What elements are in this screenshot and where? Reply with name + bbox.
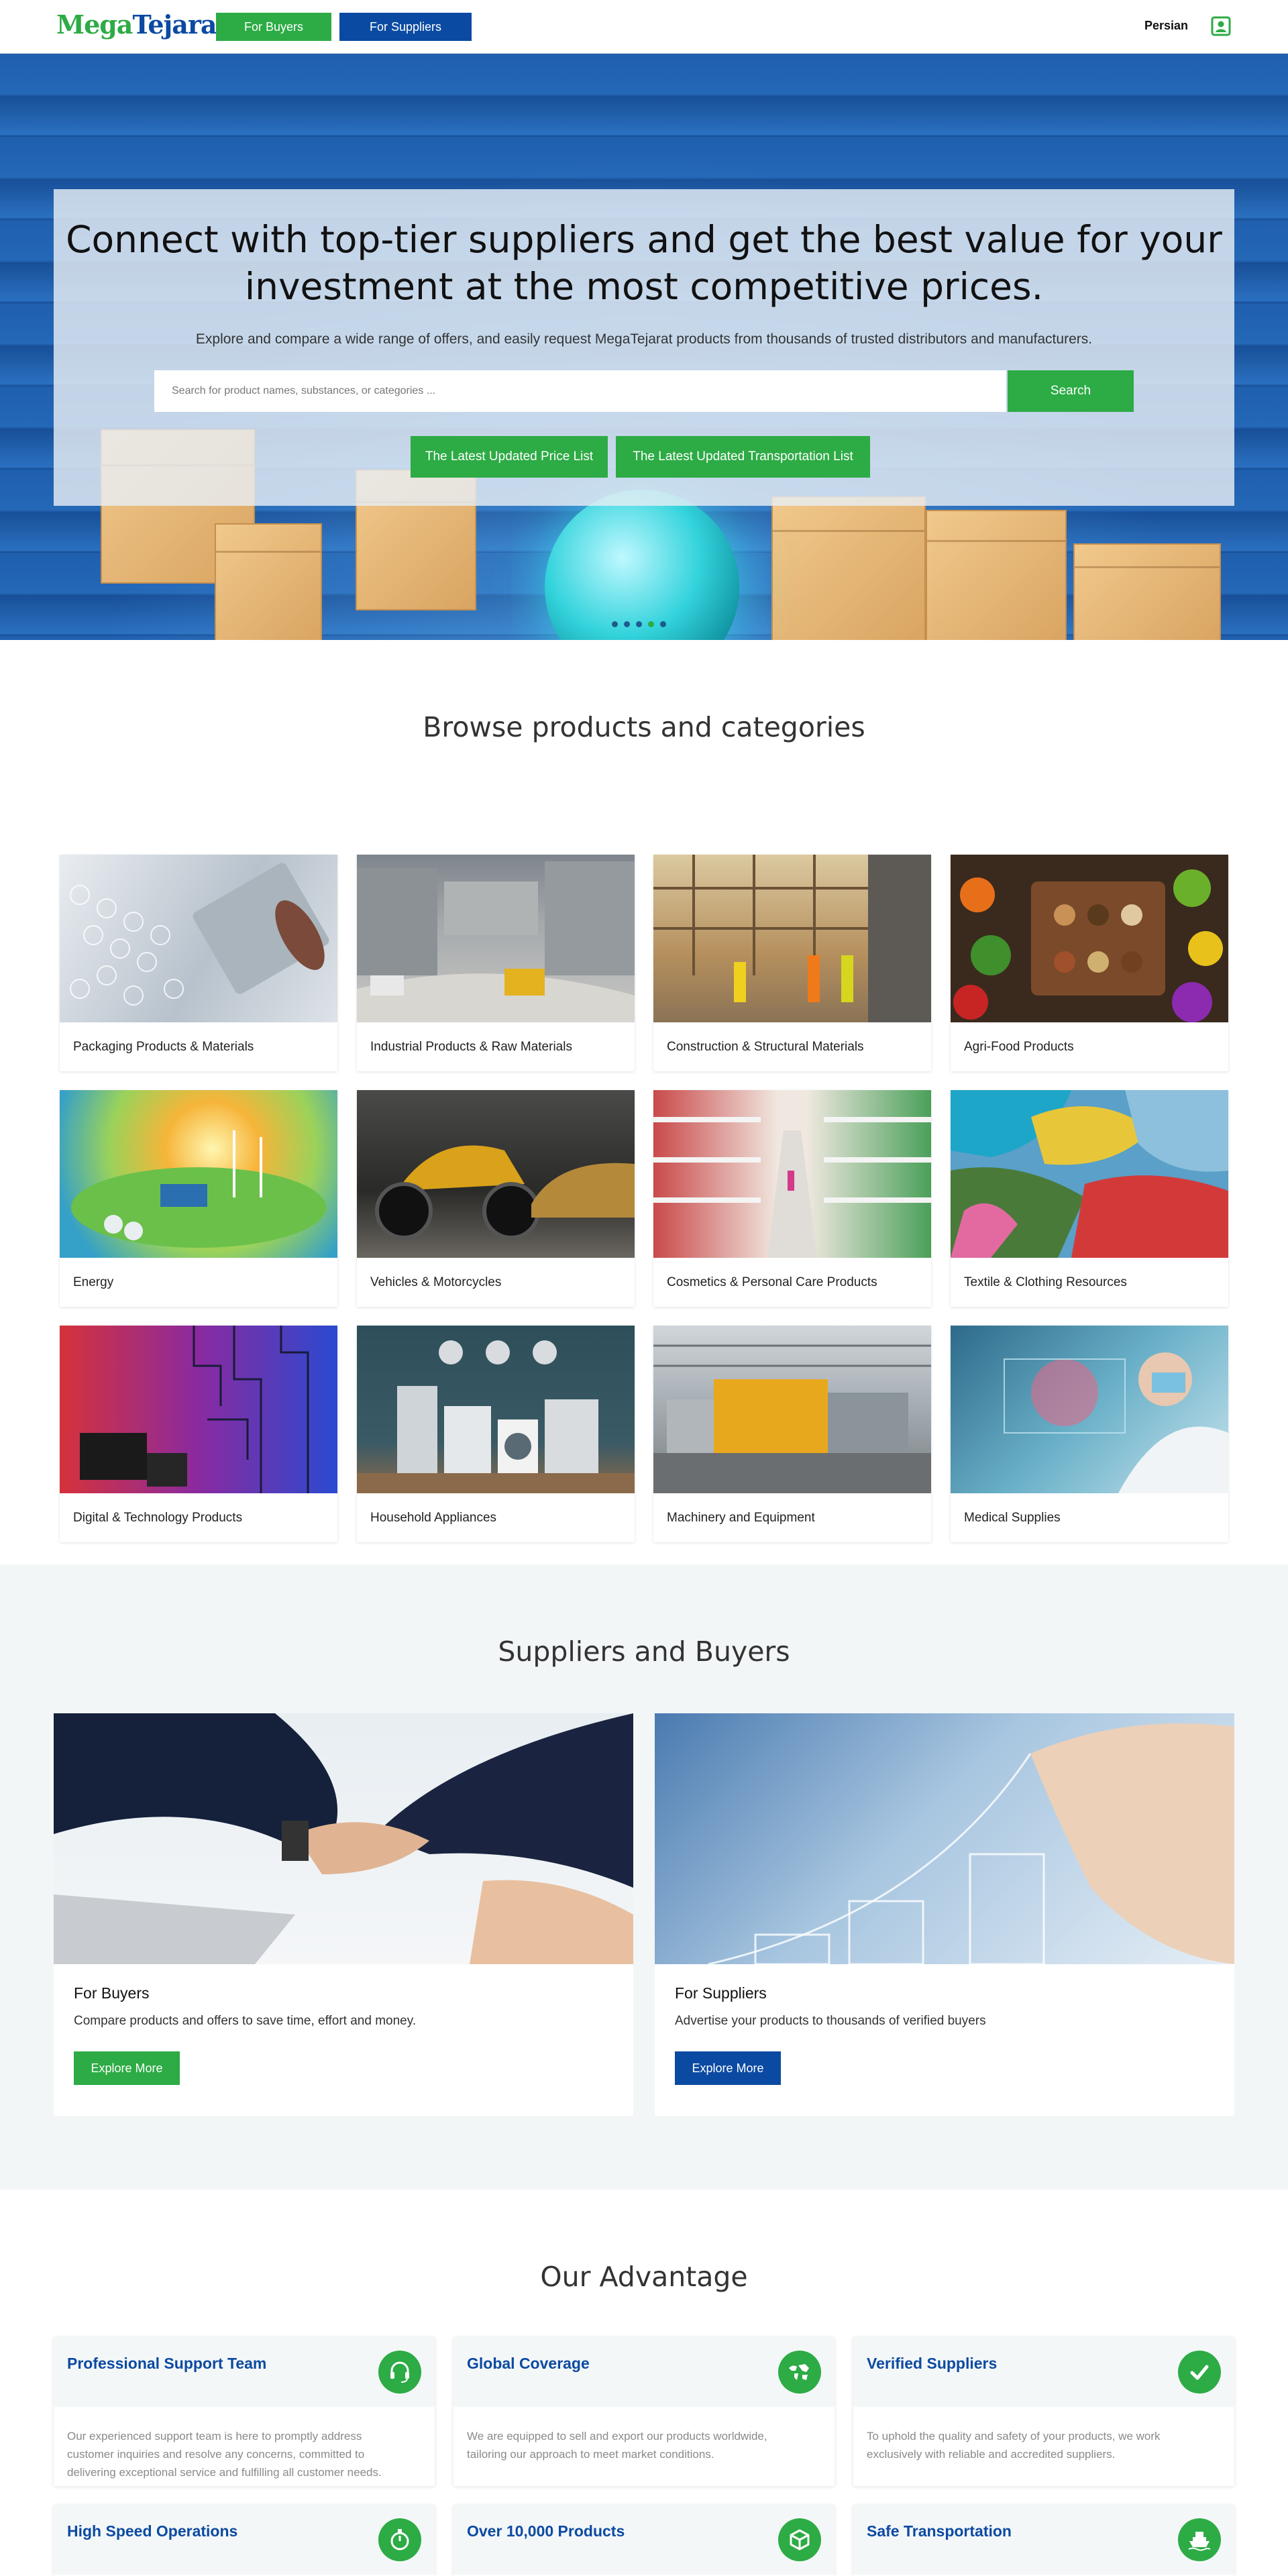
category-label: Packaging Products & Materials [73,1040,254,1054]
category-card-packaging[interactable]: Packaging Products & Materials [60,855,337,1071]
category-label: Textile & Clothing Resources [964,1275,1127,1289]
buyers-explore-more-button[interactable]: Explore More [74,2051,180,2085]
category-card-agrifood[interactable]: Agri-Food Products [951,855,1228,1071]
suppliers-buyers-section: Suppliers and Buyers For Buyers Compare … [0,1564,1288,2190]
carousel-dot[interactable] [636,621,642,627]
suppliers-buyers-title: Suppliers and Buyers [498,1635,790,1668]
category-label: Household Appliances [370,1511,497,1525]
category-label: Construction & Structural Materials [667,1040,864,1054]
category-label: Cosmetics & Personal Care Products [667,1275,877,1289]
category-label: Industrial Products & Raw Materials [370,1040,572,1054]
site-logo[interactable]: MegaTejarat [56,9,228,40]
site-header: MegaTejarat For Buyers For Suppliers Per… [0,0,1288,54]
cosmetics-image [653,1090,931,1258]
packaging-image [60,855,337,1022]
construction-image [653,855,931,1022]
category-card-industrial[interactable]: Industrial Products & Raw Materials [357,855,635,1071]
logo-text-mega: Mega [56,9,133,40]
for-suppliers-title: For Suppliers [675,1984,767,2002]
advantage-title: Our Advantage [540,2261,748,2293]
category-label: Machinery and Equipment [667,1511,815,1525]
cardboard-box-image [926,510,1067,640]
cube-icon [778,2518,821,2561]
for-buyers-title: For Buyers [74,1984,150,2002]
category-card-medical[interactable]: Medical Supplies [951,1326,1228,1542]
advantage-card-global: Global Coverage We are equipped to sell … [453,2337,835,2486]
world-map-icon [778,2351,821,2394]
hero-panel: Connect with top-tier suppliers and get … [54,189,1234,506]
advantage-title-verified: Verified Suppliers [867,2355,998,2372]
headset-icon [378,2351,421,2394]
energy-image [60,1090,337,1258]
category-label: Digital & Technology Products [73,1511,243,1525]
logo-text-tejarat: Tejarat [132,9,228,40]
advantage-title-transport: Safe Transportation [867,2522,1012,2540]
hero-title: Connect with top-tier suppliers and get … [66,218,1222,308]
category-card-energy[interactable]: Energy [60,1090,337,1307]
category-card-vehicles[interactable]: Vehicles & Motorcycles [357,1090,635,1307]
suppliers-explore-more-button[interactable]: Explore More [675,2051,781,2085]
category-card-digital[interactable]: Digital & Technology Products [60,1326,337,1542]
for-buyers-text: Compare products and offers to save time… [74,2014,417,2028]
advantage-card-verified: Verified Suppliers To uphold the quality… [853,2337,1234,2486]
transportation-list-button[interactable]: The Latest Updated Transportation List [616,436,870,478]
price-list-button[interactable]: The Latest Updated Price List [411,436,608,478]
cardboard-box-image [771,496,926,640]
advantage-title-products: Over 10,000 Products [467,2522,625,2540]
agrifood-image [951,855,1228,1022]
ship-icon [1178,2518,1221,2561]
carousel-dots [612,621,666,627]
category-card-textile[interactable]: Textile & Clothing Resources [951,1090,1228,1307]
advantage-title-speed: High Speed Operations [67,2522,238,2540]
language-switch[interactable]: Persian [1144,19,1188,33]
growth-chart-image [655,1713,1234,1964]
medical-image [951,1326,1228,1493]
carousel-dot-active[interactable] [648,621,654,627]
for-buyers-button[interactable]: For Buyers [216,13,331,41]
cardboard-box-image [215,523,322,640]
checkmark-icon [1178,2351,1221,2394]
digital-image [60,1326,337,1493]
advantage-card-products: Over 10,000 Products [453,2505,835,2576]
category-card-machinery[interactable]: Machinery and Equipment [653,1326,931,1542]
search-input[interactable] [154,370,1006,412]
cardboard-box-image [1073,543,1221,640]
category-label: Energy [73,1275,114,1289]
carousel-dot[interactable] [660,621,666,627]
advantage-title-support: Professional Support Team [67,2355,267,2372]
for-suppliers-card: For Suppliers Advertise your products to… [655,1713,1234,2116]
category-label: Vehicles & Motorcycles [370,1275,502,1289]
user-icon[interactable] [1210,15,1232,37]
advantage-text-support: Our experienced support team is here to … [67,2430,382,2479]
carousel-dot[interactable] [624,621,630,627]
for-suppliers-button[interactable]: For Suppliers [339,13,472,41]
category-card-construction[interactable]: Construction & Structural Materials [653,855,931,1071]
category-card-appliances[interactable]: Household Appliances [357,1326,635,1542]
hero-banner: Connect with top-tier suppliers and get … [0,54,1288,640]
stopwatch-icon [378,2518,421,2561]
vehicles-image [357,1090,635,1258]
quarry-image [357,855,635,1022]
categories-title: Browse products and categories [423,711,865,743]
advantage-card-transport: Safe Transportation [853,2505,1234,2576]
advantage-text-global: We are equipped to sell and export our p… [467,2430,767,2461]
appliances-image [357,1326,635,1493]
machinery-image [653,1326,931,1493]
hero-subtitle: Explore and compare a wide range of offe… [195,331,1093,347]
for-buyers-card: For Buyers Compare products and offers t… [54,1713,633,2116]
carousel-dot[interactable] [612,621,618,627]
category-card-cosmetics[interactable]: Cosmetics & Personal Care Products [653,1090,931,1307]
advantage-text-verified: To uphold the quality and safety of your… [867,2430,1161,2461]
advantage-title-global: Global Coverage [467,2355,590,2372]
handshake-image [54,1713,633,1964]
advantage-card-support: Professional Support Team Our experience… [54,2337,435,2486]
category-label: Medical Supplies [964,1511,1061,1525]
advantage-card-speed: High Speed Operations [54,2505,435,2576]
for-suppliers-text: Advertise your products to thousands of … [675,2014,986,2028]
search-button[interactable]: Search [1008,370,1134,412]
category-label: Agri-Food Products [964,1040,1074,1054]
textile-image [951,1090,1228,1258]
